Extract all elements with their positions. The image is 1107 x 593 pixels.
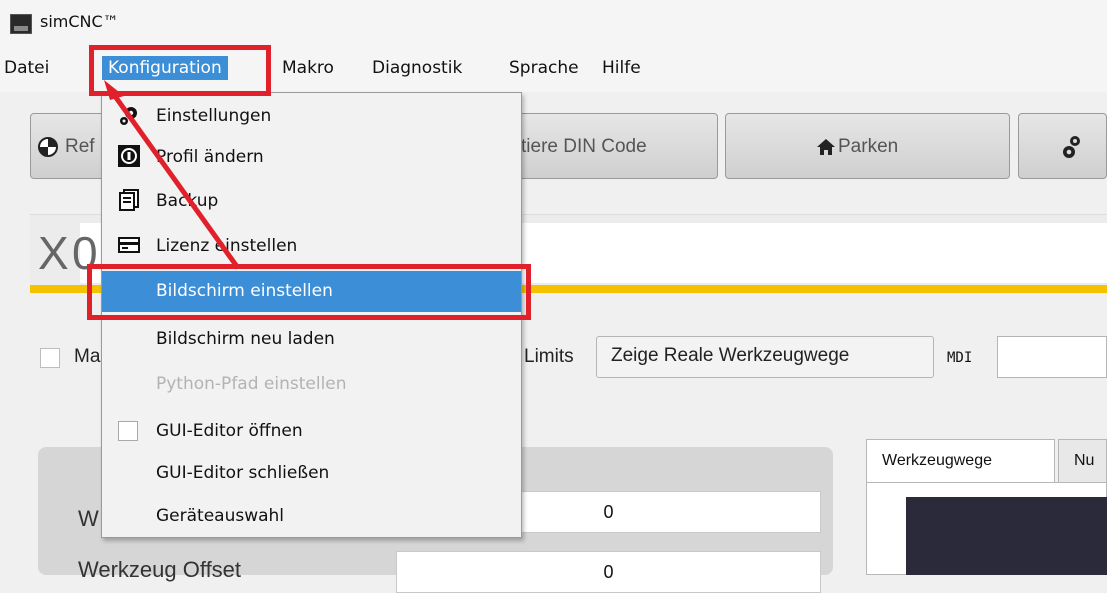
- annotation-arrow-icon: [104, 80, 241, 270]
